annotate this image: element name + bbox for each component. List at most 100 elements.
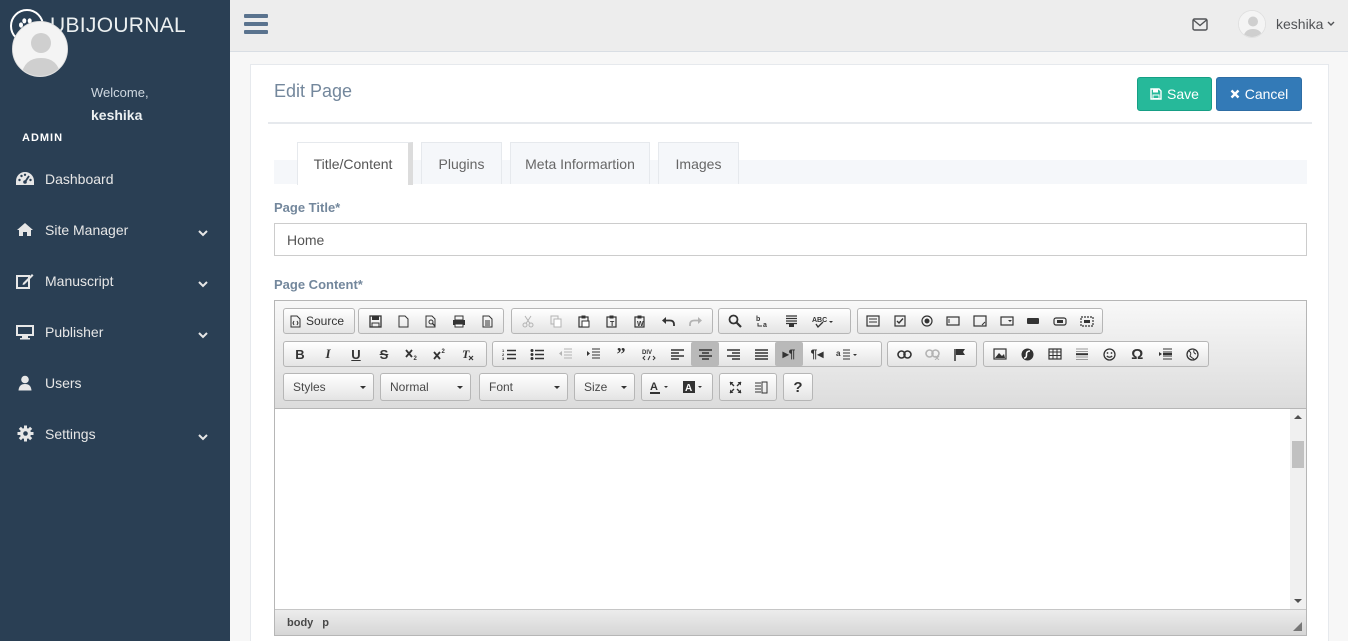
sidebar-item-publisher[interactable]: Publisher (0, 306, 230, 357)
create-div-icon[interactable]: DIV (635, 342, 663, 366)
format-dropdown[interactable]: Normal (380, 373, 471, 401)
smiley-icon[interactable] (1096, 342, 1124, 366)
source-button[interactable]: Source (286, 309, 348, 333)
text-direction-ltr-icon[interactable]: ▸¶ (775, 342, 803, 366)
textarea-icon[interactable] (967, 309, 994, 333)
align-left-icon[interactable] (663, 342, 691, 366)
svg-text:W: W (637, 321, 644, 328)
sidebar-item-manuscript[interactable]: Manuscript (0, 255, 230, 306)
top-navbar: keshika (230, 0, 1348, 52)
paste-text-icon[interactable]: T (598, 309, 626, 333)
toolbar-group-forms (857, 308, 1103, 334)
background-color-icon[interactable]: A (677, 375, 710, 399)
text-direction-rtl-icon[interactable]: ¶◂ (803, 342, 831, 366)
editor-content-area[interactable] (275, 409, 1290, 609)
save-doc-icon[interactable] (361, 309, 389, 333)
styles-dropdown[interactable]: Styles (283, 373, 374, 401)
show-blocks-icon[interactable] (748, 375, 774, 399)
subscript-icon[interactable]: 2 (398, 342, 426, 366)
link-icon[interactable] (890, 342, 918, 366)
tab-meta-information[interactable]: Meta Informartion (510, 142, 650, 184)
text-color-icon[interactable]: A (644, 375, 677, 399)
special-char-icon[interactable]: Ω (1124, 342, 1152, 366)
sidebar-menu: Dashboard Site Manager Manuscript Publis… (0, 153, 230, 459)
font-dropdown[interactable]: Font (479, 373, 568, 401)
undo-icon[interactable] (654, 309, 682, 333)
underline-icon[interactable]: U (342, 342, 370, 366)
cancel-button[interactable]: Cancel (1216, 77, 1302, 111)
sidebar-item-dashboard[interactable]: Dashboard (0, 153, 230, 204)
maximize-icon[interactable] (722, 375, 748, 399)
outdent-icon[interactable] (551, 342, 579, 366)
sidebar-item-label: Settings (45, 425, 96, 442)
path-item[interactable]: body (287, 617, 313, 629)
page-break-icon[interactable] (1151, 342, 1179, 366)
tab-images[interactable]: Images (658, 142, 739, 184)
remove-format-icon[interactable]: T (454, 342, 482, 366)
size-dropdown[interactable]: Size (574, 373, 635, 401)
paste-icon[interactable] (570, 309, 598, 333)
numbered-list-icon[interactable]: 123 (495, 342, 523, 366)
new-page-icon[interactable] (389, 309, 417, 333)
print-icon[interactable] (445, 309, 473, 333)
sidebar-item-site-manager[interactable]: Site Manager (0, 204, 230, 255)
templates-icon[interactable] (473, 309, 501, 333)
align-right-icon[interactable] (719, 342, 747, 366)
bulleted-list-icon[interactable] (523, 342, 551, 366)
size-label: Size (584, 380, 608, 394)
align-center-icon[interactable] (691, 342, 719, 366)
unlink-icon[interactable] (918, 342, 946, 366)
blockquote-icon[interactable]: ” (607, 342, 635, 366)
language-icon[interactable]: a (831, 342, 863, 366)
select-all-icon[interactable] (777, 309, 805, 333)
iframe-globe-icon[interactable] (1179, 342, 1207, 366)
svg-text:2: 2 (414, 356, 418, 360)
resize-handle-icon[interactable] (1293, 622, 1302, 631)
table-icon[interactable] (1041, 342, 1069, 366)
toolbar-group-editing: ba ABC (718, 308, 851, 334)
select-field-icon[interactable] (993, 309, 1020, 333)
path-item[interactable]: p (322, 617, 329, 629)
bold-icon[interactable]: B (286, 342, 314, 366)
cut-icon[interactable] (514, 309, 542, 333)
superscript-icon[interactable]: 2 (426, 342, 454, 366)
tab-title-content[interactable]: Title/Content (297, 142, 413, 185)
preview-icon[interactable] (417, 309, 445, 333)
tab-plugins[interactable]: Plugins (421, 142, 502, 184)
flash-icon[interactable] (1014, 342, 1042, 366)
mail-icon[interactable] (1192, 18, 1208, 34)
editor-scrollbar[interactable] (1290, 409, 1306, 609)
justify-icon[interactable] (747, 342, 775, 366)
copy-icon[interactable] (542, 309, 570, 333)
redo-icon[interactable] (682, 309, 710, 333)
scroll-up-icon[interactable] (1294, 415, 1302, 419)
paste-word-icon[interactable]: W (626, 309, 654, 333)
text-field-icon[interactable] (940, 309, 967, 333)
form-icon[interactable] (860, 309, 887, 333)
scroll-thumb[interactable] (1292, 441, 1304, 468)
horizontal-rule-icon[interactable] (1069, 342, 1097, 366)
button-field-icon[interactable] (1020, 309, 1047, 333)
menu-toggle-icon[interactable] (244, 14, 268, 36)
strikethrough-icon[interactable]: S (370, 342, 398, 366)
italic-icon[interactable]: I (314, 342, 342, 366)
editor-element-path: body p (275, 609, 1306, 635)
sidebar-item-settings[interactable]: Settings (0, 408, 230, 459)
radio-icon[interactable] (913, 309, 940, 333)
checkbox-icon[interactable] (887, 309, 914, 333)
scroll-down-icon[interactable] (1294, 599, 1302, 603)
image-button-icon[interactable] (1047, 309, 1074, 333)
sidebar-item-users[interactable]: Users (0, 357, 230, 408)
user-dropdown[interactable]: keshika (1238, 10, 1335, 38)
hidden-field-icon[interactable] (1073, 309, 1100, 333)
help-icon[interactable]: ? (786, 375, 810, 399)
anchor-flag-icon[interactable] (946, 342, 974, 366)
close-icon (1230, 89, 1240, 99)
image-icon[interactable] (986, 342, 1014, 366)
search-icon[interactable] (721, 309, 749, 333)
save-button[interactable]: Save (1137, 77, 1212, 111)
page-title-input[interactable]: Home (274, 223, 1307, 256)
spellcheck-icon[interactable]: ABC (805, 309, 841, 333)
replace-icon[interactable]: ba (749, 309, 777, 333)
indent-icon[interactable] (579, 342, 607, 366)
